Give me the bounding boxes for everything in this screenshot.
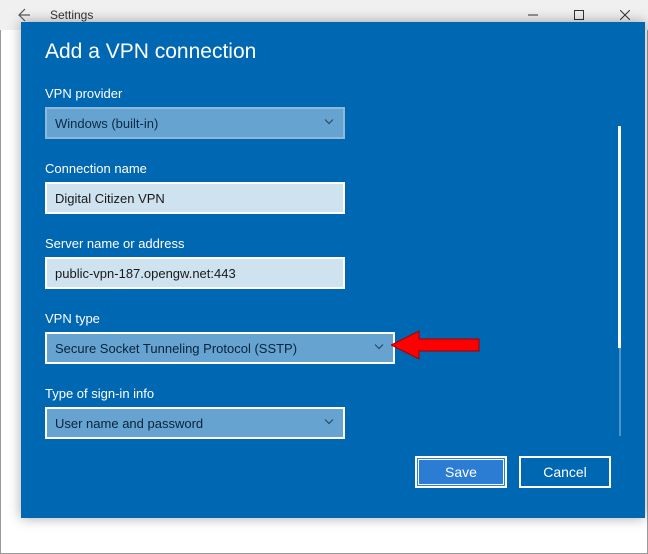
form-area: VPN provider Windows (built-in) Connecti…: [45, 86, 621, 444]
vpn-type-value: Secure Socket Tunneling Protocol (SSTP): [55, 341, 297, 356]
server-value: public-vpn-187.opengw.net:443: [55, 266, 236, 281]
panel-heading: Add a VPN connection: [45, 40, 621, 64]
server-label: Server name or address: [45, 236, 595, 251]
chevron-down-icon: [323, 416, 335, 431]
vpn-panel: Add a VPN connection VPN provider Window…: [21, 22, 645, 518]
panel-footer: Save Cancel: [45, 444, 621, 500]
scrollbar-thumb[interactable]: [618, 126, 621, 348]
vpn-type-label: VPN type: [45, 311, 595, 326]
save-button[interactable]: Save: [415, 456, 507, 488]
connection-name-label: Connection name: [45, 161, 595, 176]
field-vpn-type: VPN type Secure Socket Tunneling Protoco…: [45, 311, 595, 364]
vpn-provider-select[interactable]: Windows (built-in): [45, 107, 345, 139]
chevron-down-icon: [323, 116, 335, 131]
signin-type-select[interactable]: User name and password: [45, 407, 345, 439]
signin-type-label: Type of sign-in info: [45, 386, 595, 401]
vpn-type-select[interactable]: Secure Socket Tunneling Protocol (SSTP): [45, 332, 395, 364]
scrollbar[interactable]: [619, 126, 621, 436]
vpn-provider-label: VPN provider: [45, 86, 595, 101]
vpn-provider-value: Windows (built-in): [55, 116, 158, 131]
server-input[interactable]: public-vpn-187.opengw.net:443: [45, 257, 345, 289]
field-connection-name: Connection name Digital Citizen VPN: [45, 161, 595, 214]
cancel-button[interactable]: Cancel: [519, 456, 611, 488]
field-vpn-provider: VPN provider Windows (built-in): [45, 86, 595, 139]
connection-name-input[interactable]: Digital Citizen VPN: [45, 182, 345, 214]
chevron-down-icon: [373, 341, 385, 356]
field-server: Server name or address public-vpn-187.op…: [45, 236, 595, 289]
connection-name-value: Digital Citizen VPN: [55, 191, 165, 206]
signin-type-value: User name and password: [55, 416, 203, 431]
window-title: Settings: [50, 8, 93, 22]
field-signin-type: Type of sign-in info User name and passw…: [45, 386, 595, 439]
